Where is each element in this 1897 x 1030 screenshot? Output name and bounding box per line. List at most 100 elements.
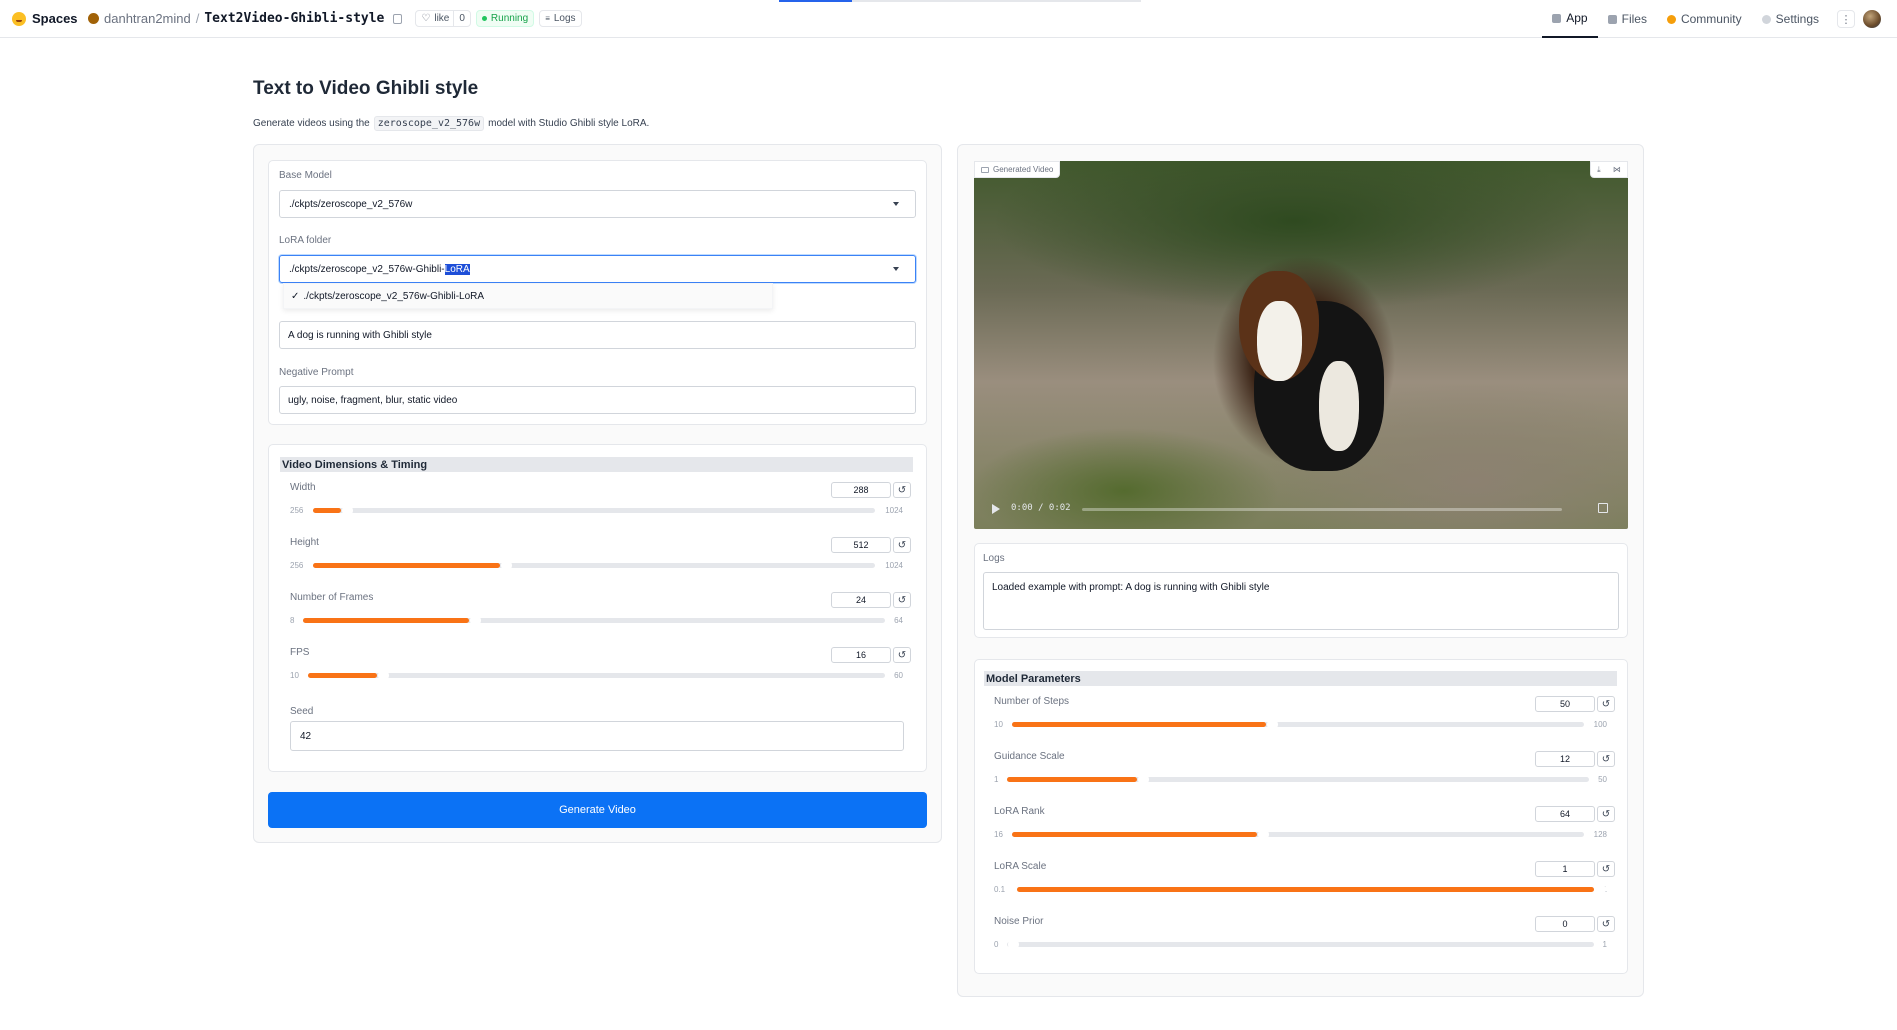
copy-icon[interactable] bbox=[393, 13, 403, 24]
base-model-value: ./ckpts/zeroscope_v2_576w bbox=[289, 198, 413, 210]
prompt-input[interactable]: A dog is running with Ghibli style bbox=[279, 321, 916, 349]
seed-label: Seed bbox=[290, 706, 314, 717]
slider-thumb[interactable] bbox=[470, 615, 482, 626]
video-progress-track[interactable] bbox=[1082, 508, 1562, 511]
lora-folder-selected-text: LoRA bbox=[444, 263, 470, 275]
slider-thumb[interactable] bbox=[342, 505, 353, 516]
slider-fill bbox=[1012, 722, 1266, 727]
slider-min-label: 10 bbox=[290, 671, 299, 680]
lora-folder-dropdown[interactable]: ./ckpts/zeroscope_v2_576w-Ghibli- LoRA bbox=[279, 255, 916, 283]
slider-thumb[interactable] bbox=[378, 670, 390, 681]
reset-icon[interactable]: ↺ bbox=[893, 537, 911, 553]
user-avatar[interactable] bbox=[1863, 10, 1881, 28]
spaces-home-link[interactable]: Spaces bbox=[12, 11, 78, 26]
base-model-label: Base Model bbox=[279, 170, 332, 181]
slider-min-label: 8 bbox=[290, 616, 295, 625]
logs-textarea[interactable]: Loaded example with prompt: A dog is run… bbox=[983, 572, 1619, 630]
slider-track[interactable] bbox=[1012, 719, 1584, 730]
slider-label: LoRA Rank bbox=[994, 806, 1045, 817]
running-dot-icon bbox=[481, 16, 487, 21]
slider-fill bbox=[303, 618, 470, 623]
reset-icon[interactable]: ↺ bbox=[893, 647, 911, 663]
tab-settings-label: Settings bbox=[1775, 12, 1819, 26]
slider-track[interactable] bbox=[308, 670, 885, 681]
slider-track[interactable] bbox=[313, 560, 875, 571]
slider-number-input[interactable]: 50 bbox=[1535, 696, 1595, 712]
slider-number-input[interactable]: 1 bbox=[1535, 861, 1595, 877]
status-badge[interactable]: Running bbox=[475, 10, 535, 27]
chevron-down-icon bbox=[893, 267, 899, 271]
slider-track[interactable] bbox=[1007, 939, 1594, 950]
reset-icon[interactable]: ↺ bbox=[893, 592, 911, 608]
reset-icon[interactable]: ↺ bbox=[1597, 806, 1615, 822]
like-count: 0 bbox=[453, 11, 470, 26]
slider-thumb[interactable] bbox=[501, 560, 513, 571]
lora-folder-option[interactable]: ./ckpts/zeroscope_v2_576w-Ghibli-LoRA bbox=[303, 291, 484, 302]
generate-video-button[interactable]: Generate Video bbox=[268, 792, 927, 828]
repo-name-link[interactable]: Text2Video-Ghibli-style bbox=[204, 11, 384, 26]
heart-icon: ♡ bbox=[421, 13, 431, 24]
dimension-slider-row-fps: FPS 16 ↺ 10 60 bbox=[280, 639, 913, 693]
reset-icon[interactable]: ↺ bbox=[1597, 861, 1615, 877]
space-nav: App Files Community Settings ⋮ bbox=[1542, 0, 1897, 38]
status-label: Running bbox=[490, 13, 529, 24]
tab-files[interactable]: Files bbox=[1598, 0, 1657, 38]
slider-max-label: 50 bbox=[1598, 775, 1607, 784]
slider-number-input[interactable]: 12 bbox=[1535, 751, 1595, 767]
video-controls: 0:00 / 0:02 bbox=[974, 497, 1628, 521]
slider-track[interactable] bbox=[1012, 829, 1584, 840]
generated-video-player[interactable] bbox=[974, 161, 1628, 529]
share-icon[interactable]: ⋈ bbox=[1613, 165, 1621, 174]
slider-thumb[interactable] bbox=[1595, 884, 1606, 895]
dimensions-title: Video Dimensions & Timing bbox=[280, 457, 913, 472]
check-icon: ✓ bbox=[291, 290, 300, 302]
loading-progress-fill bbox=[779, 0, 852, 2]
reset-icon[interactable]: ↺ bbox=[1597, 916, 1615, 932]
model-slider-row-lora-scale: LoRA Scale1↺0.11 bbox=[984, 853, 1617, 907]
more-options-button[interactable]: ⋮ bbox=[1837, 10, 1855, 28]
fullscreen-icon[interactable] bbox=[1598, 503, 1608, 513]
slider-number-input[interactable]: 0 bbox=[1535, 916, 1595, 932]
tab-settings[interactable]: Settings bbox=[1752, 0, 1829, 38]
model-slider-row-number-of-steps: Number of Steps 50 ↺ 10 100 bbox=[984, 688, 1617, 742]
slider-thumb[interactable] bbox=[1266, 719, 1278, 730]
owner-link[interactable]: danhtran2mind bbox=[104, 11, 191, 26]
logs-button[interactable]: ≡ Logs bbox=[539, 10, 582, 27]
slider-fill bbox=[308, 673, 378, 678]
play-icon[interactable] bbox=[992, 504, 1000, 514]
dimension-slider-row-height: Height 512 ↺ 256 1024 bbox=[280, 529, 913, 583]
logs-text: Loaded example with prompt: A dog is run… bbox=[992, 582, 1270, 593]
slider-track[interactable] bbox=[1007, 774, 1589, 785]
slider-number-input[interactable]: 24 bbox=[831, 592, 891, 608]
slider-track[interactable] bbox=[303, 615, 885, 626]
brand-label: Spaces bbox=[32, 11, 78, 26]
download-icon[interactable]: ⤓ bbox=[1597, 165, 1601, 175]
slider-thumb[interactable] bbox=[1138, 774, 1150, 785]
video-time: 0:00 / 0:02 bbox=[1011, 503, 1071, 513]
slider-number-input[interactable]: 64 bbox=[1535, 806, 1595, 822]
tab-app[interactable]: App bbox=[1542, 0, 1598, 38]
slider-track[interactable] bbox=[313, 505, 875, 516]
negative-prompt-value: ugly, noise, fragment, blur, static vide… bbox=[288, 394, 458, 406]
slider-thumb[interactable] bbox=[1008, 939, 1019, 950]
base-model-dropdown[interactable]: ./ckpts/zeroscope_v2_576w bbox=[279, 190, 916, 218]
reset-icon[interactable]: ↺ bbox=[893, 482, 911, 498]
slider-number-input[interactable]: 16 bbox=[831, 647, 891, 663]
slider-track[interactable] bbox=[1017, 884, 1606, 895]
tab-community-label: Community bbox=[1680, 12, 1742, 26]
slider-number-input[interactable]: 512 bbox=[831, 537, 891, 553]
tab-community[interactable]: Community bbox=[1657, 0, 1752, 38]
reset-icon[interactable]: ↺ bbox=[1597, 751, 1615, 767]
negative-prompt-input[interactable]: ugly, noise, fragment, blur, static vide… bbox=[279, 386, 916, 414]
dimension-slider-row-width: Width 288 ↺ 256 1024 bbox=[280, 474, 913, 528]
slider-number-input[interactable]: 288 bbox=[831, 482, 891, 498]
reset-icon[interactable]: ↺ bbox=[1597, 696, 1615, 712]
slider-fill bbox=[1007, 777, 1138, 782]
seed-input[interactable]: 42 bbox=[290, 721, 904, 751]
chevron-down-icon bbox=[893, 202, 899, 206]
like-button[interactable]: ♡ like 0 bbox=[415, 10, 471, 27]
slider-thumb[interactable] bbox=[1258, 829, 1270, 840]
top-bar: Spaces danhtran2mind / Text2Video-Ghibli… bbox=[0, 0, 1897, 38]
desc-before: Generate videos using the bbox=[253, 118, 370, 129]
slider-max-label: 1024 bbox=[885, 561, 903, 570]
